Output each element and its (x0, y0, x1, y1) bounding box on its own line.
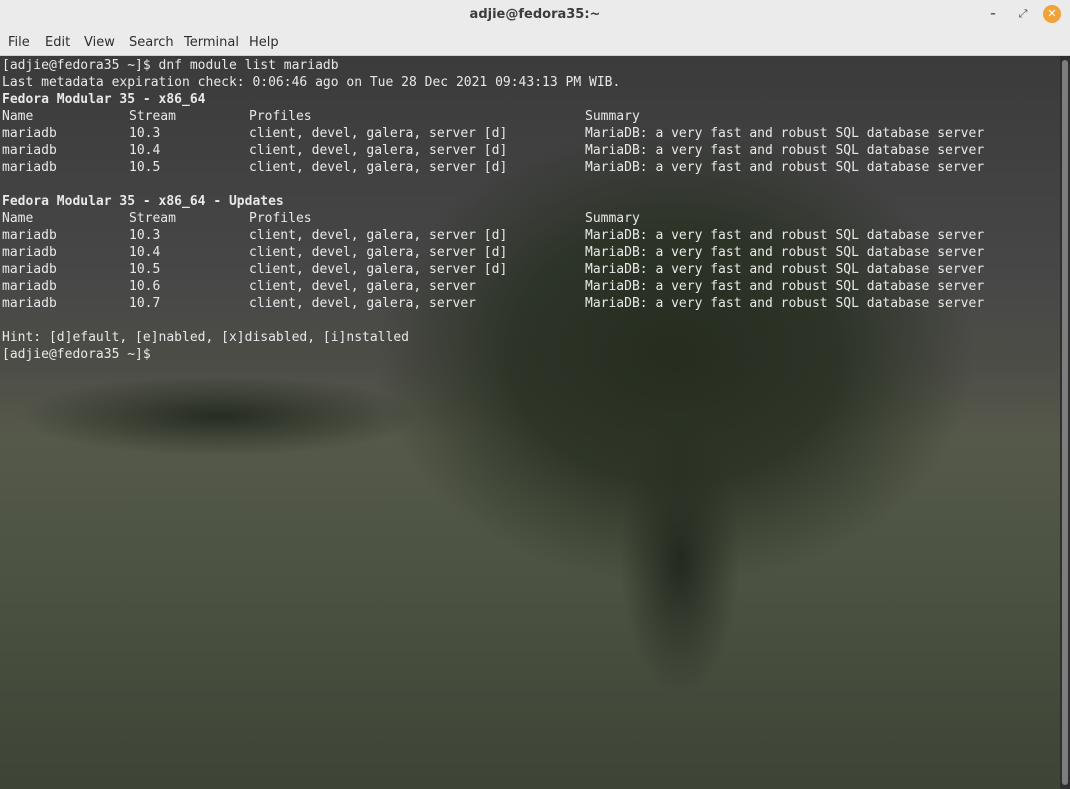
cell-stream: 10.4 (129, 245, 161, 260)
section-title: Fedora Modular 35 - x86_64 - Updates (2, 194, 284, 209)
cell-profiles: client, devel, galera, server [d] (249, 160, 508, 175)
terminal-lines: [adjie@fedora35 ~]$ dnf module list mari… (2, 57, 984, 363)
maximize-icon[interactable]: ⤢ (1014, 5, 1032, 23)
cell-profiles: client, devel, galera, server (249, 296, 476, 311)
cell-name: mariadb (2, 143, 57, 158)
header-stream: Stream (129, 109, 176, 124)
cell-name: mariadb (2, 245, 57, 260)
cell-stream: 10.5 (129, 262, 161, 277)
cell-profiles: client, devel, galera, server (249, 279, 476, 294)
cell-name: mariadb (2, 126, 57, 141)
cell-name: mariadb (2, 279, 57, 294)
hint-line: Hint: [d]efault, [e]nabled, [x]disabled,… (2, 330, 409, 345)
cell-profiles: client, devel, galera, server [d] (249, 262, 508, 277)
cell-summary: MariaDB: a very fast and robust SQL data… (585, 228, 985, 243)
scrollbar-thumb[interactable] (1062, 60, 1068, 785)
cell-stream: 10.3 (129, 126, 161, 141)
header-summary: Summary (585, 211, 640, 226)
menu-help[interactable]: Help (249, 29, 279, 56)
menu-search[interactable]: Search (129, 29, 174, 56)
minimize-icon[interactable]: – (984, 5, 1002, 23)
metadata-line: Last metadata expiration check: 0:06:46 … (2, 75, 621, 90)
terminal-window: adjie@fedora35:~ – ⤢ ✕ File Edit View Se… (0, 0, 1070, 789)
cell-stream: 10.6 (129, 279, 161, 294)
table-row: mariadb 10.7 client, devel, galera, serv… (2, 295, 984, 312)
cell-profiles: client, devel, galera, server [d] (249, 228, 508, 243)
section-title: Fedora Modular 35 - x86_64 (2, 92, 206, 107)
menu-file[interactable]: File (8, 29, 30, 56)
cell-name: mariadb (2, 262, 57, 277)
command-line: [adjie@fedora35 ~]$ dnf module list mari… (2, 58, 339, 73)
menu-bar: File Edit View Search Terminal Help (0, 29, 1070, 56)
prompt-line[interactable]: [adjie@fedora35 ~]$ (2, 346, 620, 363)
cell-name: mariadb (2, 296, 57, 311)
table-header: Name Stream Profiles Summary (2, 108, 640, 125)
header-profiles: Profiles (249, 211, 312, 226)
cell-summary: MariaDB: a very fast and robust SQL data… (585, 245, 985, 260)
cell-summary: MariaDB: a very fast and robust SQL data… (585, 296, 985, 311)
table-row: mariadb 10.6 client, devel, galera, serv… (2, 278, 984, 295)
text-cursor (159, 347, 167, 362)
cell-summary: MariaDB: a very fast and robust SQL data… (585, 262, 985, 277)
cell-summary: MariaDB: a very fast and robust SQL data… (585, 126, 985, 141)
cell-stream: 10.3 (129, 228, 161, 243)
table-row: mariadb 10.5 client, devel, galera, serv… (2, 261, 984, 278)
cell-profiles: client, devel, galera, server [d] (249, 245, 508, 260)
cell-summary: MariaDB: a very fast and robust SQL data… (585, 143, 985, 158)
cell-stream: 10.5 (129, 160, 161, 175)
header-summary: Summary (585, 109, 640, 124)
close-icon[interactable]: ✕ (1043, 5, 1061, 23)
terminal-output[interactable]: [adjie@fedora35 ~]$ dnf module list mari… (0, 56, 1060, 789)
cell-summary: MariaDB: a very fast and robust SQL data… (585, 160, 985, 175)
cell-name: mariadb (2, 228, 57, 243)
shell-prompt: [adjie@fedora35 ~]$ (2, 347, 159, 362)
vertical-scrollbar[interactable] (1060, 56, 1070, 789)
header-name: Name (2, 211, 34, 226)
window-title: adjie@fedora35:~ (469, 7, 601, 22)
table-row: mariadb 10.5 client, devel, galera, serv… (2, 159, 984, 176)
table-row: mariadb 10.4 client, devel, galera, serv… (2, 244, 984, 261)
title-bar[interactable]: adjie@fedora35:~ – ⤢ ✕ (0, 0, 1070, 29)
table-header: Name Stream Profiles Summary (2, 210, 640, 227)
cell-profiles: client, devel, galera, server [d] (249, 143, 508, 158)
cell-profiles: client, devel, galera, server [d] (249, 126, 508, 141)
cell-stream: 10.4 (129, 143, 161, 158)
cell-summary: MariaDB: a very fast and robust SQL data… (585, 279, 985, 294)
header-profiles: Profiles (249, 109, 312, 124)
menu-edit[interactable]: Edit (45, 29, 70, 56)
menu-terminal[interactable]: Terminal (184, 29, 239, 56)
menu-view[interactable]: View (84, 29, 115, 56)
table-row: mariadb 10.3 client, devel, galera, serv… (2, 227, 984, 244)
header-name: Name (2, 109, 34, 124)
table-row: mariadb 10.4 client, devel, galera, serv… (2, 142, 984, 159)
cell-name: mariadb (2, 160, 57, 175)
cell-stream: 10.7 (129, 296, 161, 311)
header-stream: Stream (129, 211, 176, 226)
table-row: mariadb 10.3 client, devel, galera, serv… (2, 125, 984, 142)
